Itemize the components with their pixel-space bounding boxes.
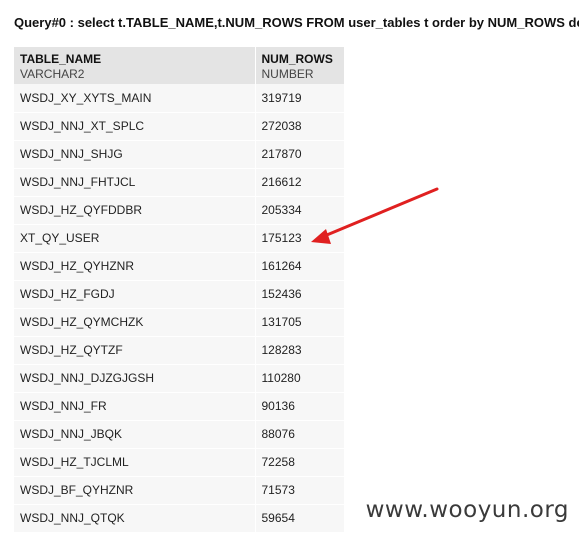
table-row: WSDJ_NNJ_XT_SPLC 272038: [14, 112, 344, 141]
query-title: Query#0 : select t.TABLE_NAME,t.NUM_ROWS…: [14, 15, 579, 30]
table-row: WSDJ_NNJ_SHJG 217870: [14, 140, 344, 169]
column-name: TABLE_NAME: [20, 52, 102, 66]
cell-num-rows: 161264: [255, 252, 344, 281]
cell-num-rows: 59654: [255, 504, 344, 533]
table-row: WSDJ_NNJ_DJZGJGSH 110280: [14, 364, 344, 393]
cell-table-name: WSDJ_NNJ_DJZGJGSH: [14, 364, 256, 393]
cell-num-rows: 88076: [255, 420, 344, 449]
table-row: WSDJ_HZ_QYHZNR 161264: [14, 252, 344, 281]
cell-num-rows: 175123: [255, 224, 344, 253]
table-row: WSDJ_HZ_QYFDDBR 205334: [14, 196, 344, 225]
cell-num-rows: 205334: [255, 196, 344, 225]
column-type: NUMBER: [261, 67, 314, 81]
column-header-num-rows[interactable]: NUM_ROWS NUMBER: [255, 47, 344, 84]
cell-table-name: WSDJ_NNJ_FR: [14, 392, 256, 421]
cell-table-name: WSDJ_NNJ_JBQK: [14, 420, 256, 449]
cell-num-rows: 90136: [255, 392, 344, 421]
table-row: WSDJ_BF_QYHZNR 71573: [14, 476, 344, 505]
cell-num-rows: 152436: [255, 280, 344, 309]
cell-table-name: WSDJ_HZ_QYMCHZK: [14, 308, 256, 337]
column-type: VARCHAR2: [20, 67, 85, 81]
table-body: WSDJ_XY_XYTS_MAIN 319719 WSDJ_NNJ_XT_SPLC…: [14, 84, 344, 533]
table-row: WSDJ_NNJ_FHTJCL 216612: [14, 168, 344, 197]
cell-num-rows: 272038: [255, 112, 344, 141]
table-row: WSDJ_HZ_QYMCHZK 131705: [14, 308, 344, 337]
table-row: WSDJ_NNJ_JBQK 88076: [14, 420, 344, 449]
screenshot-page: Query#0 : select t.TABLE_NAME,t.NUM_ROWS…: [0, 0, 579, 539]
cell-num-rows: 217870: [255, 140, 344, 169]
cell-num-rows: 128283: [255, 336, 344, 365]
cell-num-rows: 71573: [255, 476, 344, 505]
cell-num-rows: 216612: [255, 168, 344, 197]
cell-table-name: WSDJ_XY_XYTS_MAIN: [14, 84, 256, 113]
column-name: NUM_ROWS: [261, 52, 333, 66]
table-row: WSDJ_NNJ_QTQK 59654: [14, 504, 344, 533]
table-row: WSDJ_HZ_FGDJ 152436: [14, 280, 344, 309]
table-row: WSDJ_XY_XYTS_MAIN 319719: [14, 84, 344, 113]
table-row: WSDJ_HZ_QYTZF 128283: [14, 336, 344, 365]
cell-table-name: WSDJ_HZ_QYHZNR: [14, 252, 256, 281]
column-header-table-name[interactable]: TABLE_NAME VARCHAR2: [14, 47, 256, 84]
cell-table-name: WSDJ_NNJ_XT_SPLC: [14, 112, 256, 141]
cell-table-name: WSDJ_HZ_FGDJ: [14, 280, 256, 309]
cell-table-name: WSDJ_BF_QYHZNR: [14, 476, 256, 505]
cell-num-rows: 131705: [255, 308, 344, 337]
cell-num-rows: 72258: [255, 448, 344, 477]
cell-table-name: WSDJ_NNJ_FHTJCL: [14, 168, 256, 197]
cell-table-name: WSDJ_NNJ_SHJG: [14, 140, 256, 169]
table-row: XT_QY_USER 175123: [14, 224, 344, 253]
table-header: TABLE_NAME VARCHAR2 NUM_ROWS NUMBER: [14, 47, 344, 84]
cell-table-name: WSDJ_HZ_TJCLML: [14, 448, 256, 477]
cell-num-rows: 110280: [255, 364, 344, 393]
cell-num-rows: 319719: [255, 84, 344, 113]
cell-table-name: WSDJ_HZ_QYTZF: [14, 336, 256, 365]
query-result-table: TABLE_NAME VARCHAR2 NUM_ROWS NUMBER WSDJ…: [14, 47, 344, 533]
table-row: WSDJ_NNJ_FR 90136: [14, 392, 344, 421]
cell-table-name: WSDJ_NNJ_QTQK: [14, 504, 256, 533]
cell-table-name: WSDJ_HZ_QYFDDBR: [14, 196, 256, 225]
watermark-text: www.wooyun.org: [365, 497, 569, 523]
cell-table-name: XT_QY_USER: [14, 224, 256, 253]
table-row: WSDJ_HZ_TJCLML 72258: [14, 448, 344, 477]
header-row: TABLE_NAME VARCHAR2 NUM_ROWS NUMBER: [14, 47, 344, 84]
